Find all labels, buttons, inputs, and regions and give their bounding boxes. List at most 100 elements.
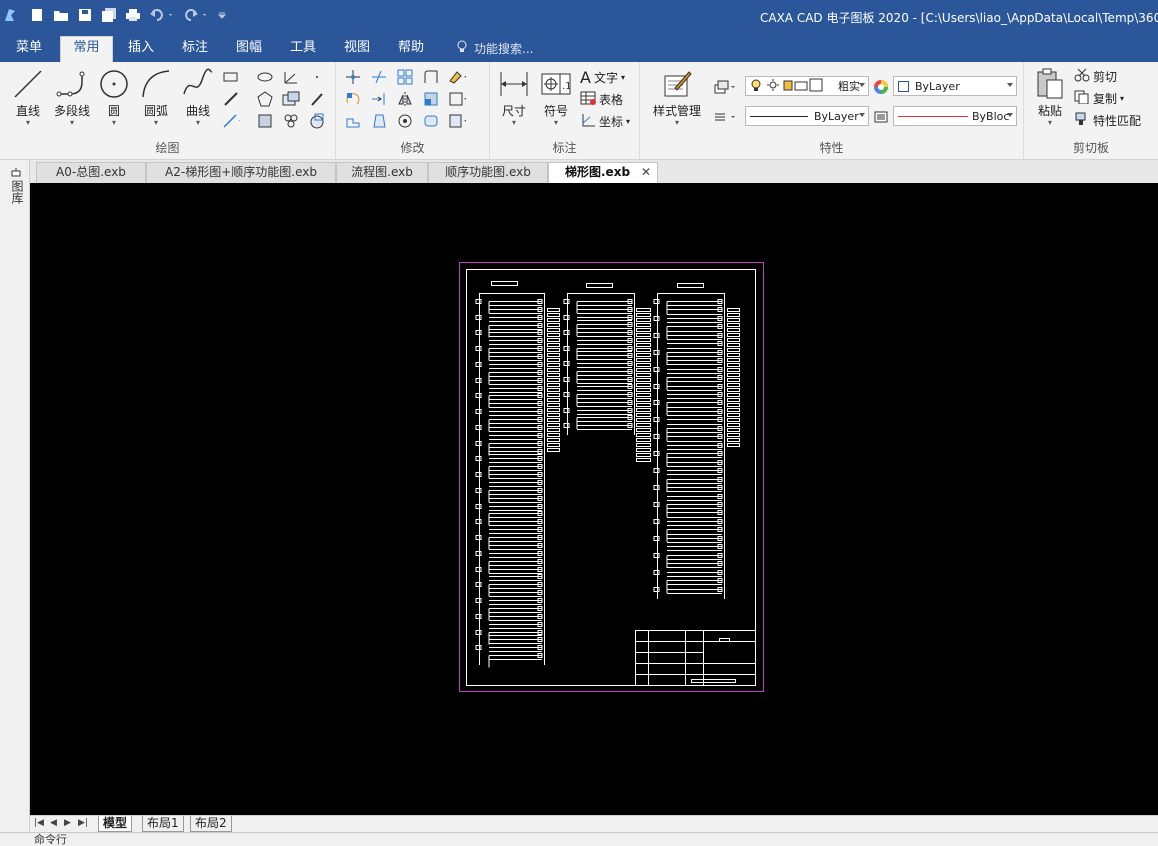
terminal-block-2 [636,353,651,357]
layout-tab-2[interactable]: 布局2 [190,816,232,832]
curve-button[interactable]: 曲线 ▾ [176,68,220,127]
coordinate-button[interactable]: 坐标 ▾ [580,113,630,130]
doc-tab-sfc[interactable]: 顺序功能图.exb [428,162,548,183]
terminal-block-1 [547,428,560,432]
function-search[interactable]: 功能搜索... [456,40,533,57]
scissors-icon [1074,68,1090,85]
line-style-icon[interactable] [712,108,738,126]
dimension-button[interactable]: 尺寸 ▾ [492,68,536,127]
drawing-canvas[interactable] [30,183,1158,815]
stretch-icon[interactable] [344,112,362,130]
text-button[interactable]: A 文字 ▾ [580,68,625,87]
lineweight-icon[interactable] [872,108,890,126]
terminal-block-2 [636,358,651,362]
polyline-button[interactable]: 多段线 ▾ [50,68,94,127]
undo-icon[interactable] [148,6,176,24]
block-icon[interactable] [256,112,274,130]
offset-icon[interactable] [370,112,388,130]
doc-tab-ladder[interactable]: 梯形图.exb ✕ [548,162,658,183]
break-icon[interactable] [396,112,414,130]
tab-view[interactable]: 视图 [332,38,382,62]
trim-icon[interactable] [370,68,388,86]
layer-manager-icon[interactable] [712,78,738,96]
rectangle-icon[interactable] [222,68,240,86]
ladder-column-1-contact [475,425,482,430]
fillet-icon[interactable] [422,68,440,86]
svg-text:.1: .1 [562,81,572,92]
layout-tab-model[interactable]: 模型 [98,816,133,832]
cut-button[interactable]: 剪切 [1074,68,1117,85]
terminal-block-3 [727,348,740,352]
copy-button[interactable]: 复制 ▾ [1074,90,1124,107]
open-file-icon[interactable] [52,6,70,24]
terminal-block-2 [636,328,651,332]
terminal-block-3 [727,413,740,417]
extend-icon[interactable] [370,90,388,108]
cloud-icon[interactable] [282,112,300,130]
doc-tab-a2[interactable]: A2-梯形图+顺序功能图.exb [146,162,336,183]
paste-button[interactable]: 粘贴 ▾ [1028,68,1072,127]
close-tab-icon[interactable]: ✕ [641,163,651,182]
prev-layout-icon[interactable]: ◀ [50,818,57,828]
circle-button[interactable]: 圆 ▾ [92,68,136,127]
tab-tools[interactable]: 工具 [278,38,328,62]
line-button[interactable]: 直线 ▾ [6,68,50,127]
ellipse-icon[interactable] [256,68,274,86]
terminal-block-3 [727,383,740,387]
edit-icon[interactable] [448,112,466,130]
scale-icon[interactable] [422,90,440,108]
terminal-block-2 [636,388,651,392]
print-icon[interactable] [124,6,142,24]
doc-tab-a0[interactable]: A0-总图.exb [36,162,146,183]
layer-select[interactable]: 粗实 [745,76,869,96]
ladder-column-2-contact [563,346,570,351]
explode-icon[interactable] [448,90,466,108]
rotate-icon[interactable] [344,90,362,108]
paste-icon [1033,68,1067,100]
mirror-icon[interactable] [396,90,414,108]
symbol-button[interactable]: .1 符号 ▾ [534,68,578,127]
tab-help[interactable]: 帮助 [386,38,436,62]
save-icon[interactable] [76,6,94,24]
next-layout-icon[interactable]: ▶ [64,818,71,828]
chamfer-icon[interactable] [422,112,440,130]
last-layout-icon[interactable]: ▶| [78,818,88,828]
tab-sheet[interactable]: 图幅 [224,38,274,62]
color-select[interactable]: ByLayer [893,76,1017,96]
command-line[interactable]: 命令行 [0,832,1158,846]
linetype-select[interactable]: ByLayer [745,106,869,126]
lineweight-select[interactable]: ByBloc [893,106,1017,126]
tab-annotate[interactable]: 标注 [170,38,220,62]
doc-tab-flowchart[interactable]: 流程图.exb [336,162,428,183]
arc-button[interactable]: 圆弧 ▾ [134,68,178,127]
save-all-icon[interactable] [100,6,118,24]
app-logo-icon[interactable] [2,6,18,24]
coordinate-label: 坐标 [599,115,624,129]
polygon-icon[interactable] [256,90,274,108]
customize-quick-access-icon[interactable] [216,6,228,24]
redo-icon[interactable] [182,6,210,24]
copy-label: 复制 [1093,92,1118,106]
boundary-icon[interactable] [308,112,326,130]
spline-pen-icon[interactable] [308,90,326,108]
hatch-icon[interactable] [282,90,300,108]
angle-line-icon[interactable] [282,68,300,86]
point-icon[interactable] [308,68,326,86]
move-icon[interactable] [344,68,362,86]
match-properties-button[interactable]: 特性匹配 [1074,112,1141,129]
tab-menu[interactable]: 菜单 [4,38,54,62]
style-manager-button[interactable]: 样式管理 ▾ [646,68,708,127]
color-wheel-icon[interactable] [872,78,890,96]
new-file-icon[interactable] [28,6,46,24]
first-layout-icon[interactable]: |◀ [34,818,44,828]
table-button[interactable]: 表格 [580,91,623,108]
tab-insert[interactable]: 插入 [116,38,166,62]
center-line-icon[interactable] [222,90,240,108]
layout-tab-1[interactable]: 布局1 [142,816,184,832]
array-icon[interactable] [396,68,414,86]
library-panel-tab[interactable]: 图库 [9,180,26,204]
eraser-icon[interactable] [448,68,466,86]
circle-label: 圆 [107,104,120,118]
construction-line-icon[interactable] [222,112,240,130]
tab-home[interactable]: 常用 [60,36,113,62]
